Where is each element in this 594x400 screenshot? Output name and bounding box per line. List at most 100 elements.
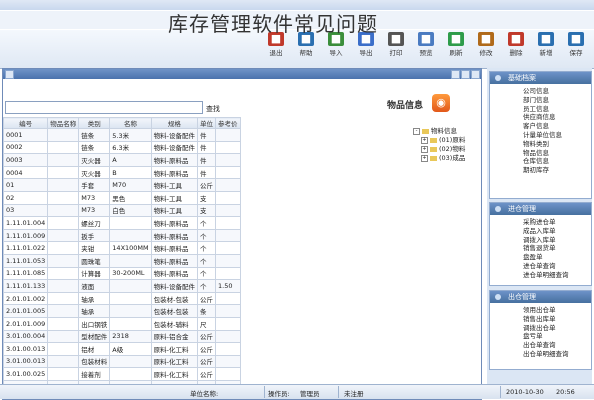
nav-section-header[interactable]: 出仓管理 [490,291,591,303]
table-row[interactable]: 3.01.00.004 型材配件 2318 原料-铝合金 公斤 [2,329,241,344]
nav-item[interactable]: 出仓单明细查询 [490,350,591,359]
column-header[interactable]: 规格 [150,117,199,129]
table-row[interactable]: 3.01.00.013 包装材料 原料-化工料 公斤 [2,354,241,369]
table-row[interactable]: 1.11.01.133 液面 物料-设备配件个 1.50 [2,279,241,293]
delete-icon: ■ [508,32,524,46]
tree-node[interactable]: + (03)成品 [413,154,465,163]
nav-section-header[interactable]: 进仓管理 [490,203,591,215]
preview-icon: ■ [418,32,434,46]
table-cell [215,216,241,230]
table-cell [47,304,80,318]
maximize-icon[interactable] [461,70,470,79]
table-cell [215,178,241,192]
nav-item[interactable]: 物料类别 [490,140,591,149]
status-user: 管理员 [300,390,320,398]
nav-item[interactable]: 期初库存 [490,166,591,175]
table-cell: 1.11.01.022 [2,241,49,255]
search-input[interactable] [5,101,203,114]
nav-item[interactable]: 计量单位信息 [490,131,591,140]
table-row[interactable]: 3.01.00.025 接着剂 原料-化工料 公斤 [2,367,241,381]
status-state: 未注册 [344,390,364,398]
column-header[interactable]: 编号 [2,117,49,129]
table-row[interactable]: 3.01.00.013 铝材 A级 原料-化工料 公斤 [2,342,241,356]
nav-item[interactable]: 领用出仓单 [490,306,591,315]
nav-item[interactable]: 销售退货单 [490,244,591,253]
nav-item[interactable]: 进仓单明细查询 [490,271,591,280]
delete-button[interactable]: ■ 删除 [502,32,530,57]
table-cell: 包装材料 [78,354,111,369]
tree-node[interactable]: + (02)物料 [413,145,465,154]
table-row[interactable]: 2.01.01.009 出口钢铁 包装材-辅料尺 [2,316,241,331]
column-header[interactable]: 物品名称 [47,117,80,129]
nav-item[interactable]: 部门信息 [490,96,591,105]
column-header[interactable]: 参考价 [215,117,241,129]
nav-list: 领用出仓单 销售出库单 调拨出仓单 盘亏单 出仓单查询 出仓单明细查询 [490,303,591,359]
table-cell: 出口钢铁 [78,316,111,331]
table-cell [215,342,241,356]
table-cell: 14X100MM [109,241,152,255]
new-button[interactable]: ■ 新增 [532,32,560,57]
table-row[interactable]: 02 M73 黑色 物料-工具支 [2,190,241,205]
table-row[interactable]: 2.01.01.005 轴承 包装材-包装条 [2,304,241,318]
status-time: 20:56 [556,388,575,396]
table-cell: 包装材-包装 [150,291,199,306]
table-row[interactable]: 1.11.01.009 扳手 物料-原料品个 [2,228,241,243]
status-divider [338,386,339,398]
tree-node-label: (03)成品 [439,154,466,162]
tree-node[interactable]: - 物料信息 [413,127,465,136]
print-button[interactable]: ■ 打印 [382,32,410,57]
minimize-icon[interactable] [451,70,460,79]
column-header[interactable]: 单位 [197,117,217,129]
nav-item[interactable]: 出仓单查询 [490,341,591,350]
nav-section-header[interactable]: 基础档案 [490,72,591,84]
nav-item[interactable]: 盘亏单 [490,332,591,341]
table-row[interactable]: 01 手套 M70 物料-工具 公斤 [2,178,241,192]
table-row[interactable]: 1.11.01.004 螺丝刀 物料-原料品个 [2,216,241,230]
window-title-bar [3,69,481,79]
nav-item[interactable]: 进仓单查询 [490,262,591,271]
refresh-button[interactable]: ■ 刷新 [442,32,470,57]
nav-item[interactable]: 采购进仓单 [490,218,591,227]
table-cell [109,216,152,230]
tree-node[interactable]: + (01)原料 [413,136,465,145]
close-icon[interactable] [471,70,480,79]
table-row[interactable]: 1.11.01.022 夹钳 14X100MM 物料-原料品个 [2,241,241,255]
nav-item[interactable]: 销售出库单 [490,315,591,324]
table-cell: 3.01.00.013 [2,342,49,356]
nav-item[interactable]: 供应商信息 [490,113,591,122]
table-cell: 轴承 [78,291,111,306]
table-row[interactable]: 1.11.01.053 圆珠笔 物料-原料品个 [2,253,241,268]
nav-item[interactable]: 盘盈单 [490,253,591,262]
table-row[interactable]: 03 M73 白色 物料-工具支 [2,203,241,218]
save-button[interactable]: ■ 保存 [562,32,590,57]
nav-item[interactable]: 成品入库单 [490,227,591,236]
column-header[interactable]: 类别 [78,117,111,129]
expand-icon[interactable]: + [421,145,428,153]
table-cell: 02 [2,190,49,205]
table-cell: 个 [197,241,217,255]
nav-item[interactable]: 公司信息 [490,87,591,96]
nav-item[interactable]: 仓库信息 [490,157,591,166]
expand-icon[interactable]: + [421,154,428,162]
table-row[interactable]: 0001 链条 5.3米 物料-设备配件件 [2,128,241,142]
table-cell: A级 [109,342,152,356]
toolbar-label: 帮助 [299,49,313,57]
nav-item[interactable]: 客户信息 [490,122,591,131]
table-row[interactable]: 0002 链条 6.3米 物料-设备配件件 [2,140,241,155]
table-row[interactable]: 2.01.01.002 轴承 包装材-包装 公斤 [2,291,241,306]
expand-icon[interactable]: + [421,136,428,144]
nav-section-title: 基础档案 [508,74,536,82]
folder-icon [430,155,437,161]
table-cell: 型材配件 [78,329,111,344]
refresh-icon: ■ [448,32,464,46]
table-row[interactable]: 0003 灭火器 A 物料-原料品件 [2,153,241,167]
table-cell: 条 [197,304,217,318]
table-row[interactable]: 0004 灭火器 B 物料-原料品件 [2,165,241,180]
column-header[interactable]: 名称 [109,117,152,129]
expand-icon[interactable]: - [413,127,420,135]
window-menu-icon[interactable] [5,70,14,79]
edit-button[interactable]: ■ 修改 [472,32,500,57]
preview-button[interactable]: ■ 预览 [412,32,440,57]
table-row[interactable]: 1.11.01.085 计算器 30-200ML 物料-原料品个 [2,266,241,281]
table-cell [47,342,80,356]
